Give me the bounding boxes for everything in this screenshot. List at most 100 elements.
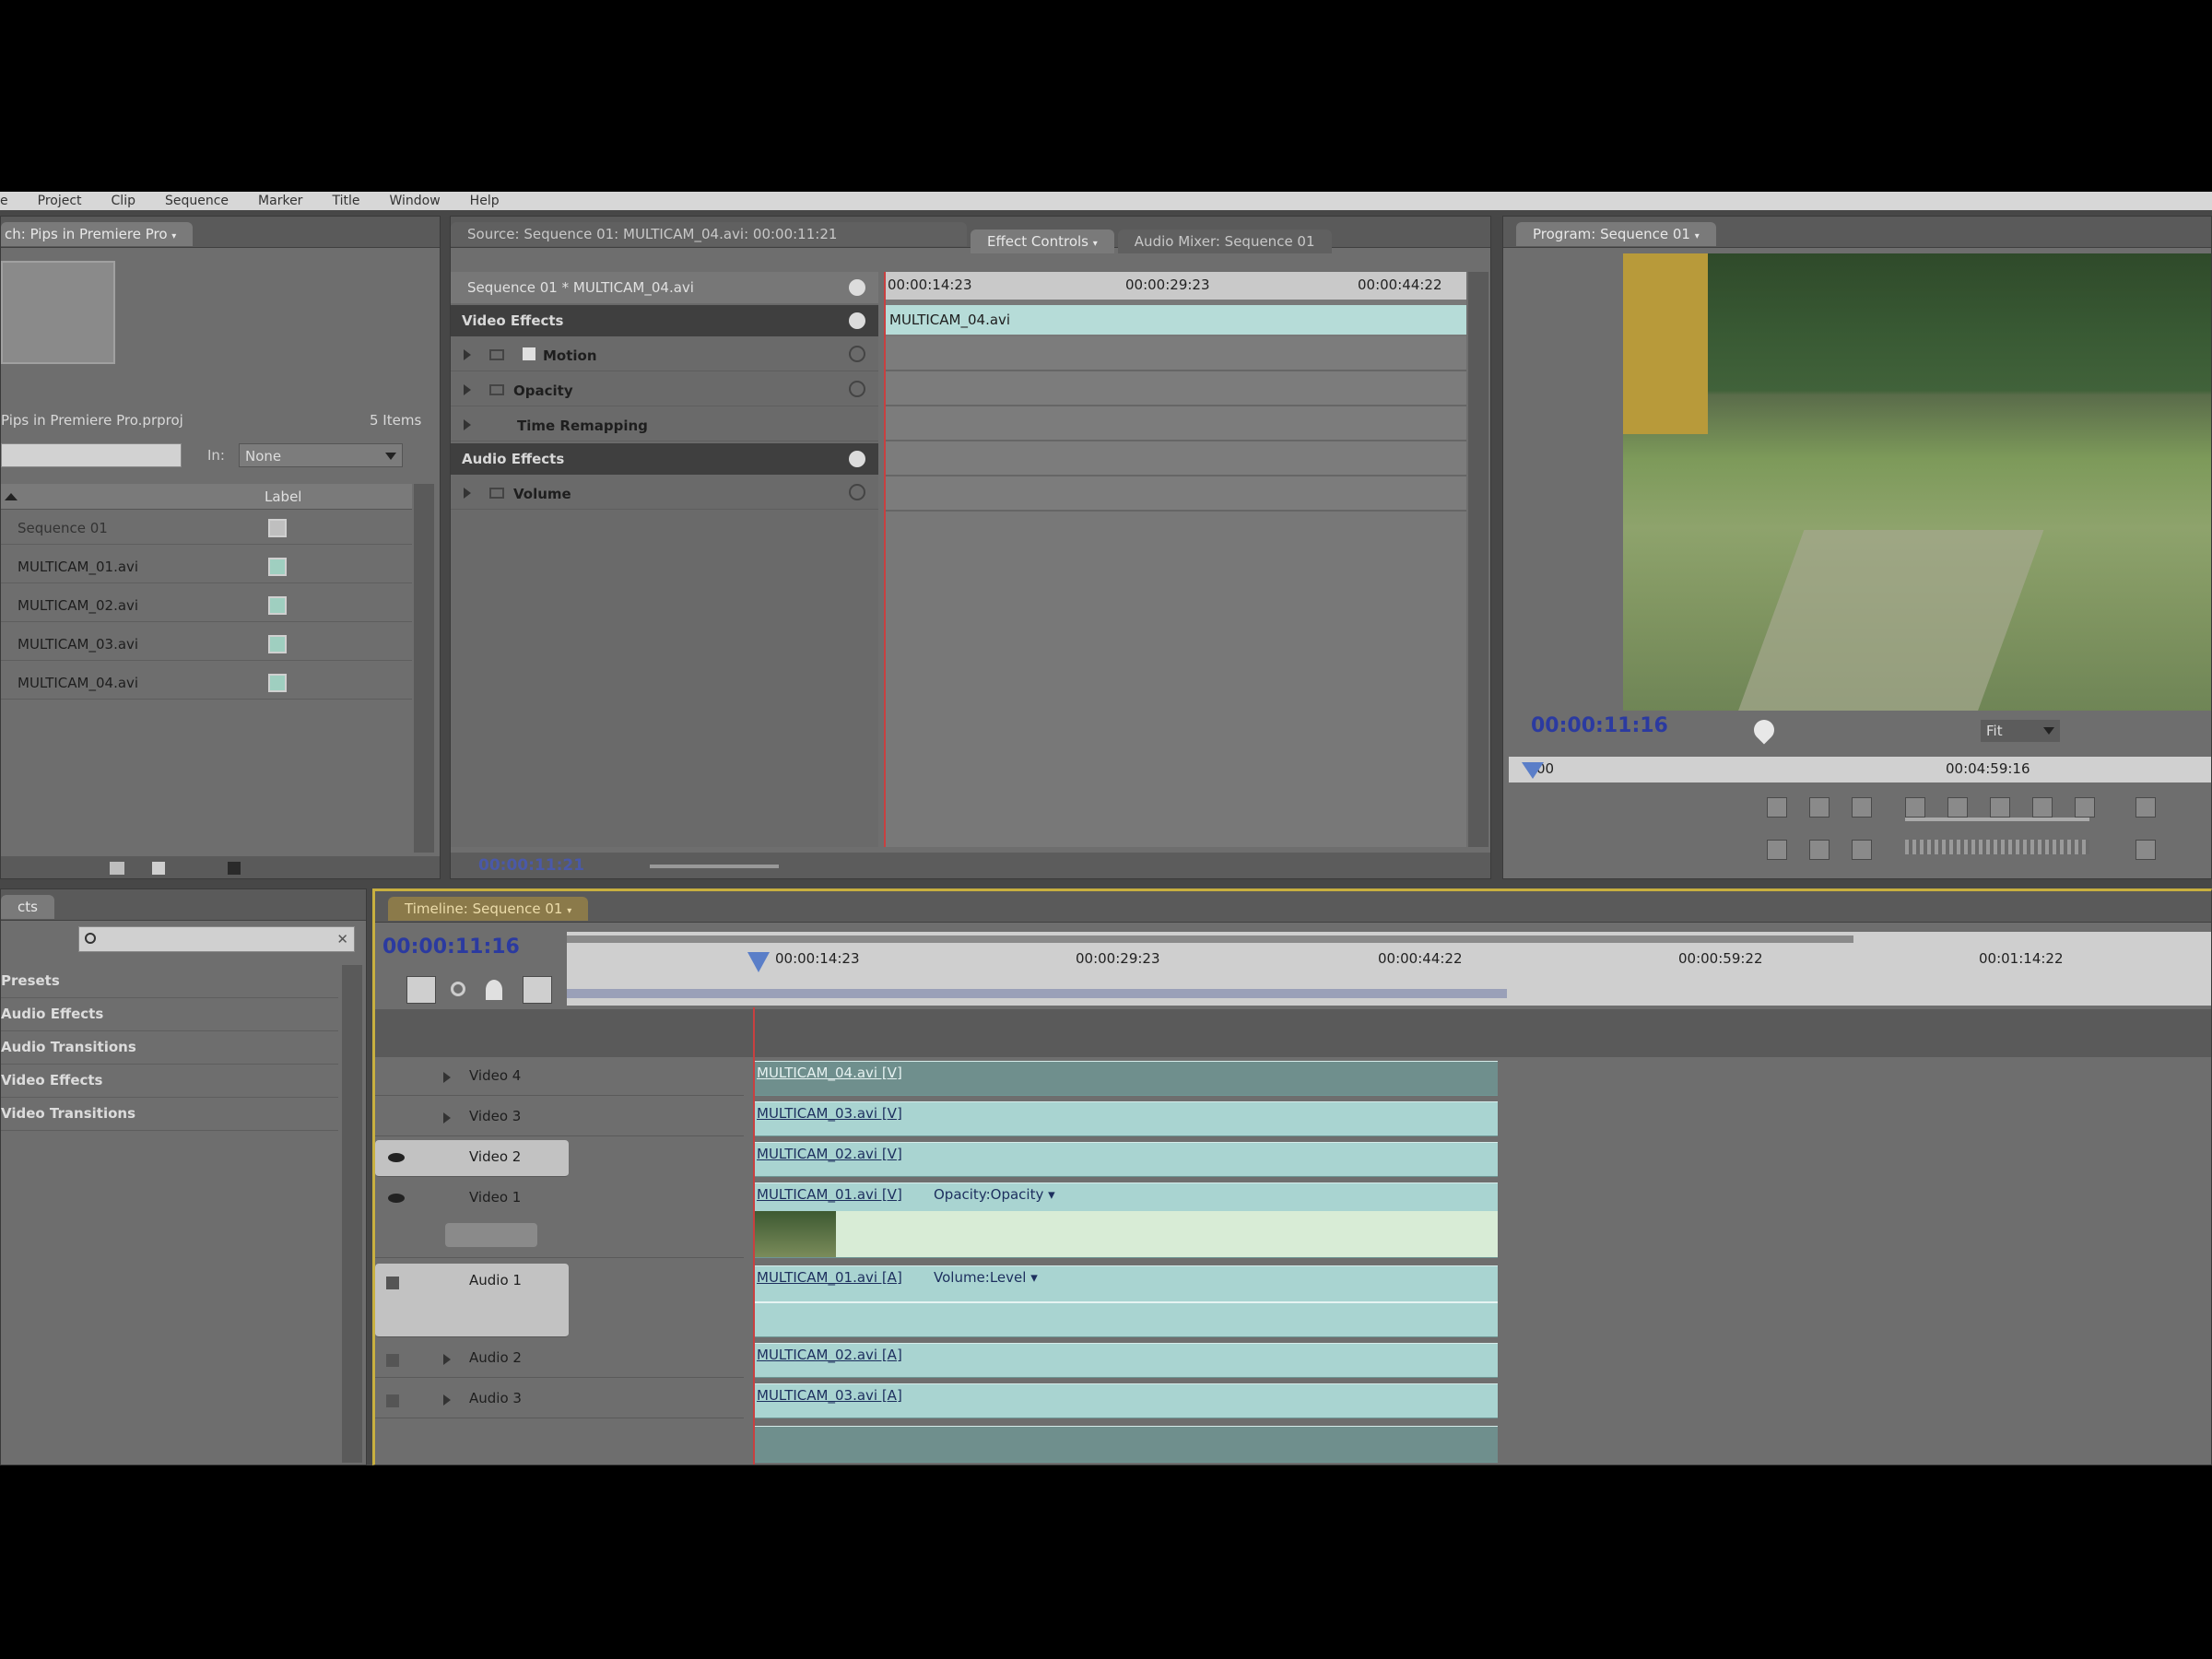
effect-scrollbar[interactable] <box>1468 272 1488 847</box>
expand-icon[interactable] <box>443 1072 451 1083</box>
fit-dropdown[interactable]: Fit <box>1981 720 2060 742</box>
list-item[interactable]: MULTICAM_02.avi <box>1 589 412 622</box>
track-header-video-4[interactable]: Video 4 <box>375 1059 744 1096</box>
program-video-frame[interactable] <box>1623 253 2211 711</box>
reset-icon[interactable] <box>849 451 865 467</box>
bin-video-effects[interactable]: Video Effects <box>1 1065 338 1098</box>
go-to-next-edit-icon[interactable] <box>1809 840 1830 860</box>
marker-icon[interactable] <box>1749 715 1779 745</box>
track-header-audio-3[interactable]: Audio 3 <box>375 1382 744 1418</box>
tab-source[interactable]: Source: Sequence 01: MULTICAM_04.avi: 00… <box>451 222 967 246</box>
expand-icon[interactable] <box>464 488 471 499</box>
clip-fx-dropdown[interactable]: Opacity:Opacity ▾ <box>934 1186 1055 1203</box>
zoom-scroll-bar[interactable] <box>567 989 1507 998</box>
eye-icon[interactable] <box>388 1194 405 1203</box>
tab-effects[interactable]: cts <box>1 895 54 919</box>
project-scrollbar[interactable] <box>414 484 434 853</box>
bin-video-transitions[interactable]: Video Transitions <box>1 1098 338 1131</box>
menu-marker[interactable]: Marker <box>243 192 317 210</box>
effect-row-volume[interactable]: Volume <box>451 477 878 510</box>
track-header-audio-2[interactable]: Audio 2 <box>375 1341 744 1378</box>
expand-icon[interactable] <box>464 349 471 360</box>
safe-margins-icon[interactable] <box>2136 797 2156 818</box>
eye-icon[interactable] <box>388 1153 405 1162</box>
new-item-icon[interactable] <box>152 862 165 875</box>
in-dropdown[interactable]: None <box>239 443 403 467</box>
expand-icon[interactable] <box>443 1112 451 1124</box>
go-to-out-icon[interactable] <box>2075 797 2095 818</box>
go-to-previous-edit-icon[interactable] <box>1767 840 1787 860</box>
add-marker-icon[interactable] <box>486 980 502 1000</box>
fx-toggle-icon[interactable] <box>489 488 504 499</box>
program-ruler[interactable]: 00 00:04:59:16 <box>1509 757 2211 782</box>
expand-icon[interactable] <box>443 1394 451 1406</box>
link-icon[interactable] <box>451 982 465 996</box>
clip-fx-dropdown[interactable]: Volume:Level ▾ <box>934 1269 1038 1286</box>
effect-row-opacity[interactable]: Opacity <box>451 373 878 406</box>
menu-sequence[interactable]: Sequence <box>150 192 243 210</box>
program-playhead-icon[interactable] <box>1522 762 1544 779</box>
clip-audio-4[interactable] <box>753 1426 1498 1463</box>
step-forward-icon[interactable] <box>2032 797 2053 818</box>
forward-icon[interactable] <box>849 279 865 296</box>
effect-playhead[interactable] <box>884 272 886 847</box>
expand-icon[interactable] <box>464 419 471 430</box>
track-header-audio-1[interactable]: Audio 1 <box>375 1264 569 1337</box>
tab-project[interactable]: ch: Pips in Premiere Pro ▾ <box>1 222 194 246</box>
keyframe-icon[interactable] <box>523 976 552 1004</box>
list-item[interactable]: Sequence 01 <box>1 512 412 545</box>
speaker-icon[interactable] <box>386 1354 399 1367</box>
section-audio-effects[interactable]: Audio Effects <box>451 443 878 475</box>
track-header-video-2[interactable]: Video 2 <box>375 1140 569 1177</box>
sort-caret-icon[interactable] <box>5 493 18 500</box>
opacity-rubberband[interactable] <box>836 1211 1498 1257</box>
snap-icon[interactable] <box>406 976 436 1004</box>
expand-icon[interactable] <box>443 1354 451 1365</box>
menu-edit[interactable]: e <box>0 192 23 210</box>
reset-icon[interactable] <box>849 312 865 329</box>
bin-presets[interactable]: Presets <box>1 965 338 998</box>
track-header-video-1[interactable]: Video 1 <box>375 1181 744 1258</box>
menu-help[interactable]: Help <box>455 192 514 210</box>
effects-scrollbar[interactable] <box>342 965 362 1463</box>
clip-video-3[interactable]: MULTICAM_03.avi [V] <box>753 1101 1498 1136</box>
effect-row-motion[interactable]: Motion <box>451 338 878 371</box>
effect-clip-bar[interactable]: MULTICAM_04.avi <box>884 305 1466 335</box>
new-bin-icon[interactable] <box>110 862 124 875</box>
track-header-video-3[interactable]: Video 3 <box>375 1100 744 1136</box>
bin-audio-transitions[interactable]: Audio Transitions <box>1 1031 338 1065</box>
go-to-in-icon[interactable] <box>1905 797 1925 818</box>
clip-audio-3[interactable]: MULTICAM_03.avi [A] <box>753 1383 1498 1418</box>
program-timecode[interactable]: 00:00:11:16 <box>1531 714 1668 737</box>
menu-project[interactable]: Project <box>23 192 97 210</box>
tab-timeline[interactable]: Timeline: Sequence 01 ▾ <box>388 897 589 921</box>
clip-audio-2[interactable]: MULTICAM_02.avi [A] <box>753 1343 1498 1378</box>
play-in-to-out-icon[interactable] <box>1852 840 1872 860</box>
timeline-timecode[interactable]: 00:00:11:16 <box>382 935 520 959</box>
timeline-playhead-icon[interactable] <box>747 952 770 972</box>
speaker-icon[interactable] <box>386 1277 399 1289</box>
project-search-input[interactable] <box>1 443 182 467</box>
mark-in-icon[interactable] <box>1767 797 1787 818</box>
list-item[interactable]: MULTICAM_01.avi <box>1 550 412 583</box>
timeline-playhead[interactable] <box>753 1007 755 1465</box>
clear-search-icon[interactable]: ✕ <box>336 931 348 947</box>
clip-video-4[interactable]: MULTICAM_04.avi [V] <box>753 1061 1498 1096</box>
work-area-bar[interactable] <box>567 935 1853 943</box>
effects-search-input[interactable]: ✕ <box>78 926 355 952</box>
tab-audio-mixer[interactable]: Audio Mixer: Sequence 01 <box>1117 229 1332 253</box>
jog-wheel[interactable] <box>1905 840 2089 854</box>
effect-timecode[interactable]: 00:00:11:21 <box>478 856 584 875</box>
shuttle-slider[interactable] <box>1905 818 2089 821</box>
tab-program[interactable]: Program: Sequence 01 ▾ <box>1516 222 1716 246</box>
expand-icon[interactable] <box>464 384 471 395</box>
section-video-effects[interactable]: Video Effects <box>451 305 878 336</box>
speaker-icon[interactable] <box>386 1394 399 1407</box>
fx-toggle-icon[interactable] <box>489 349 504 360</box>
reset-icon[interactable] <box>849 381 865 397</box>
list-item[interactable]: MULTICAM_04.avi <box>1 666 412 700</box>
clip-video-1[interactable]: MULTICAM_01.avi [V] Opacity:Opacity ▾ <box>753 1182 1498 1258</box>
step-back-icon[interactable] <box>1947 797 1968 818</box>
label-column-header[interactable]: Label <box>265 488 301 505</box>
menu-clip[interactable]: Clip <box>97 192 150 210</box>
